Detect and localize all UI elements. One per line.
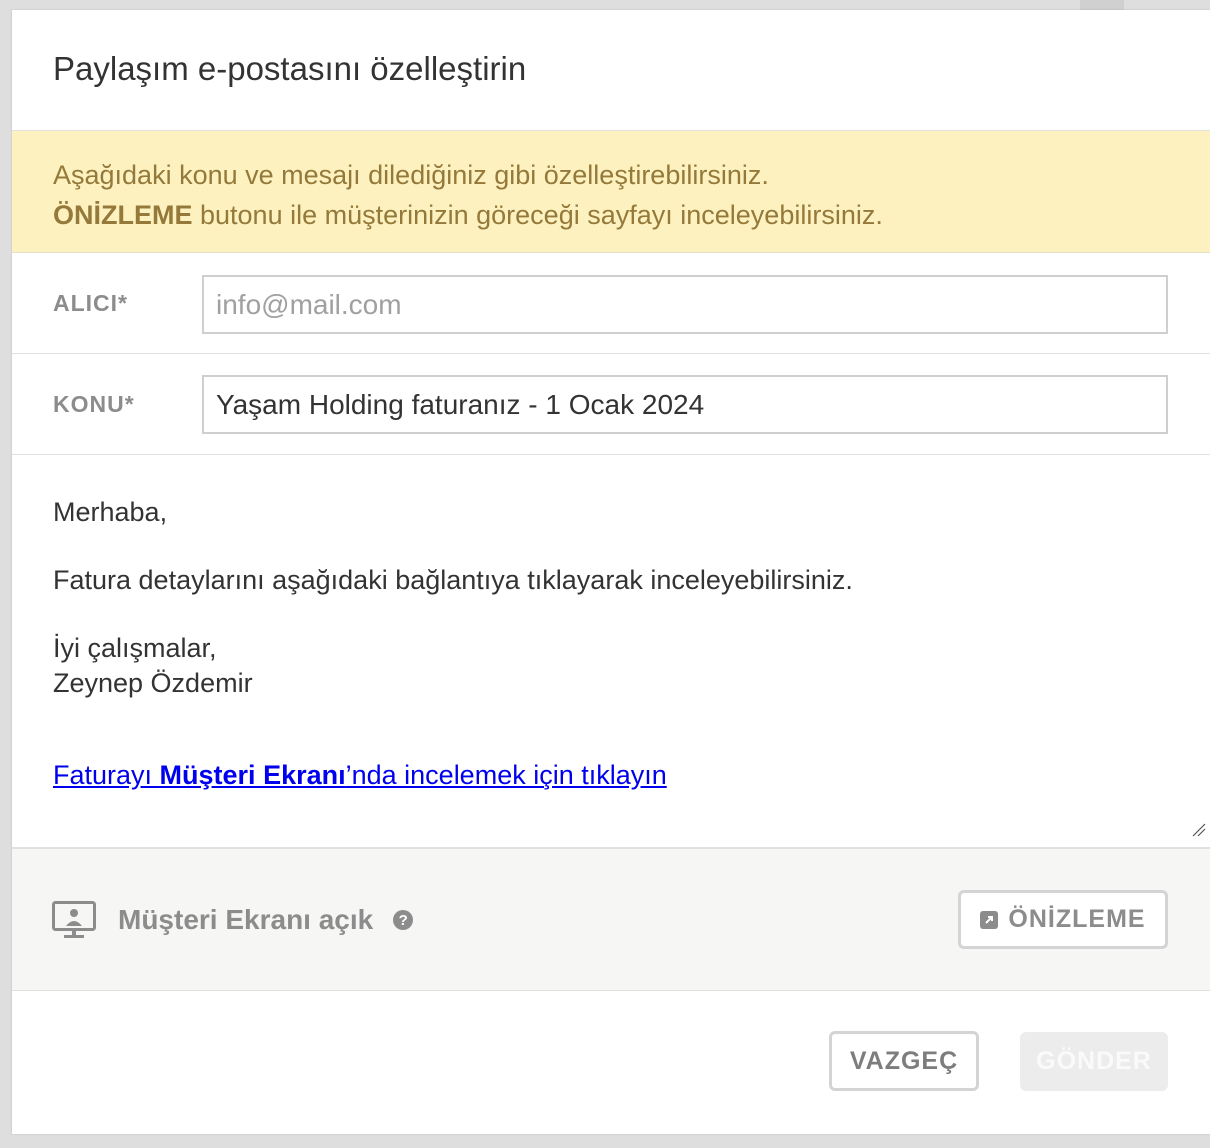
- info-notice: Aşağıdaki konu ve mesajı dilediğiniz gib…: [12, 131, 1210, 253]
- subject-label: KONU*: [53, 390, 135, 417]
- notice-preview-keyword: ÖNİZLEME: [53, 200, 193, 230]
- recipient-input[interactable]: [202, 275, 1168, 334]
- preview-button-label: ÖNİZLEME: [1008, 905, 1146, 933]
- resize-handle-icon[interactable]: [1192, 823, 1206, 837]
- customer-screen-bar: Müşteri Ekranı açık ? ÖNİZLEME: [12, 849, 1210, 991]
- customer-screen-label: Müşteri Ekranı açık: [118, 904, 374, 935]
- question-circle-icon[interactable]: ?: [393, 910, 414, 930]
- modal-title: Paylaşım e-postasını özelleştirin: [53, 50, 527, 87]
- subject-row: KONU*: [12, 354, 1210, 455]
- send-button[interactable]: GÖNDER: [1020, 1032, 1168, 1091]
- preview-button[interactable]: ÖNİZLEME: [958, 890, 1168, 949]
- share-email-modal: Paylaşım e-postasını özelleştirin Aşağıd…: [12, 10, 1210, 1134]
- customer-screen-link[interactable]: Faturayı Müşteri Ekranı’nda incelemek iç…: [53, 758, 667, 793]
- notice-line-2-text: butonu ile müşterinizin göreceği sayfayı…: [192, 200, 883, 230]
- message-signature: Zeynep Özdemir: [53, 668, 253, 698]
- recipient-label: ALICI*: [53, 289, 128, 316]
- modal-footer: VAZGEÇ GÖNDER: [12, 991, 1210, 1131]
- notice-line-2: ÖNİZLEME butonu ile müşterinizin göreceğ…: [53, 195, 1210, 235]
- link-bold: Müşteri Ekranı: [159, 760, 346, 790]
- link-suffix: ’nda incelemek için tıklayın: [345, 760, 667, 790]
- external-link-icon: [980, 910, 999, 929]
- notice-line-1: Aşağıdaki konu ve mesajı dilediğiniz gib…: [53, 160, 769, 190]
- link-prefix: Faturayı: [53, 760, 160, 790]
- subject-input[interactable]: [202, 375, 1168, 434]
- monitor-user-icon: [52, 901, 96, 938]
- recipient-row: ALICI*: [12, 253, 1210, 354]
- customer-screen-status: Müşteri Ekranı açık ?: [52, 849, 414, 991]
- message-greeting: Merhaba,: [53, 497, 168, 527]
- modal-header: Paylaşım e-postasını özelleştirin: [12, 10, 1210, 131]
- message-closing: İyi çalışmalar,: [53, 633, 217, 663]
- message-body-editor[interactable]: Merhaba, Fatura detaylarını aşağıdaki ba…: [12, 455, 1210, 849]
- cancel-button[interactable]: VAZGEÇ: [829, 1031, 979, 1091]
- message-body-text: Fatura detaylarını aşağıdaki bağlantıya …: [53, 565, 853, 595]
